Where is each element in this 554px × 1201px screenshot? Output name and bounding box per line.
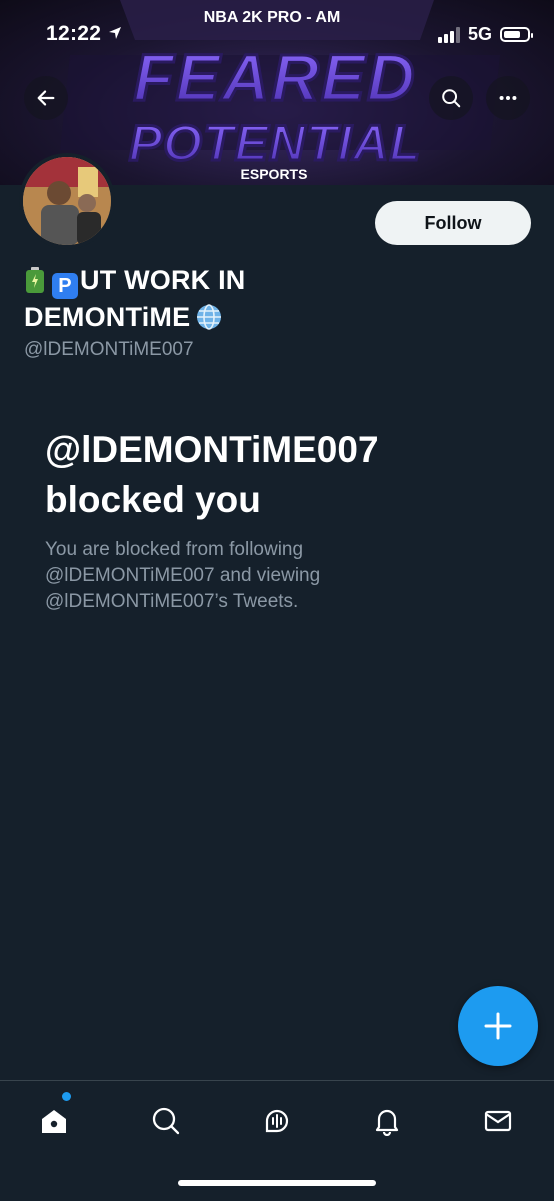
blocked-title-handle: @lDEMONTiME007	[45, 429, 379, 470]
avatar[interactable]	[19, 153, 115, 249]
status-time: 12:22	[46, 22, 123, 46]
banner-title-line2: POTENTIAL	[129, 115, 421, 171]
battery-icon	[500, 27, 533, 42]
mail-icon	[484, 1110, 512, 1132]
tab-home[interactable]	[34, 1101, 74, 1141]
back-button[interactable]	[24, 76, 68, 120]
follow-button[interactable]: Follow	[375, 201, 531, 245]
bell-icon	[375, 1109, 399, 1136]
compose-tweet-button[interactable]	[458, 986, 538, 1066]
search-button[interactable]	[429, 76, 473, 120]
battery-emoji-icon	[26, 267, 44, 293]
more-horizontal-icon	[499, 95, 517, 101]
banner-title-line1: FEARED	[133, 40, 416, 114]
search-icon	[152, 1107, 180, 1135]
more-button[interactable]	[486, 76, 530, 120]
display-name-line1: UT WORK IN	[80, 265, 246, 295]
plus-icon	[484, 1012, 512, 1040]
signal-icon	[437, 26, 460, 43]
tab-messages[interactable]	[478, 1101, 518, 1141]
home-icon	[42, 1110, 66, 1133]
tab-notifications[interactable]	[367, 1101, 407, 1141]
display-name-line2: DEMONTiME	[24, 302, 191, 332]
home-indicator	[178, 1180, 376, 1186]
blocked-title: @lDEMONTiME007 blocked you	[45, 425, 515, 525]
parking-emoji-icon: P	[52, 273, 78, 299]
blocked-description: You are blocked from following @lDEMONTi…	[45, 539, 321, 612]
display-name: P UT WORK IN DEMONTiME	[24, 262, 344, 335]
location-arrow-icon	[109, 27, 122, 39]
tab-search[interactable]	[146, 1101, 186, 1141]
search-icon	[442, 89, 461, 108]
globe-emoji-icon	[197, 304, 222, 330]
banner-top-text: NBA 2K PRO - AM	[204, 9, 341, 26]
banner-bottom-text: ESPORTS	[241, 166, 308, 182]
spaces-icon	[265, 1109, 289, 1133]
tab-spaces[interactable]	[257, 1101, 297, 1141]
blocked-title-text: blocked you	[45, 479, 261, 520]
arrow-left-icon	[37, 90, 55, 106]
profile-handle: @lDEMONTiME007	[24, 339, 194, 360]
network-label: 5G	[467, 24, 492, 44]
avatar-photo	[23, 157, 111, 245]
status-indicators: 5G	[437, 24, 533, 45]
unread-indicator	[62, 1092, 71, 1101]
